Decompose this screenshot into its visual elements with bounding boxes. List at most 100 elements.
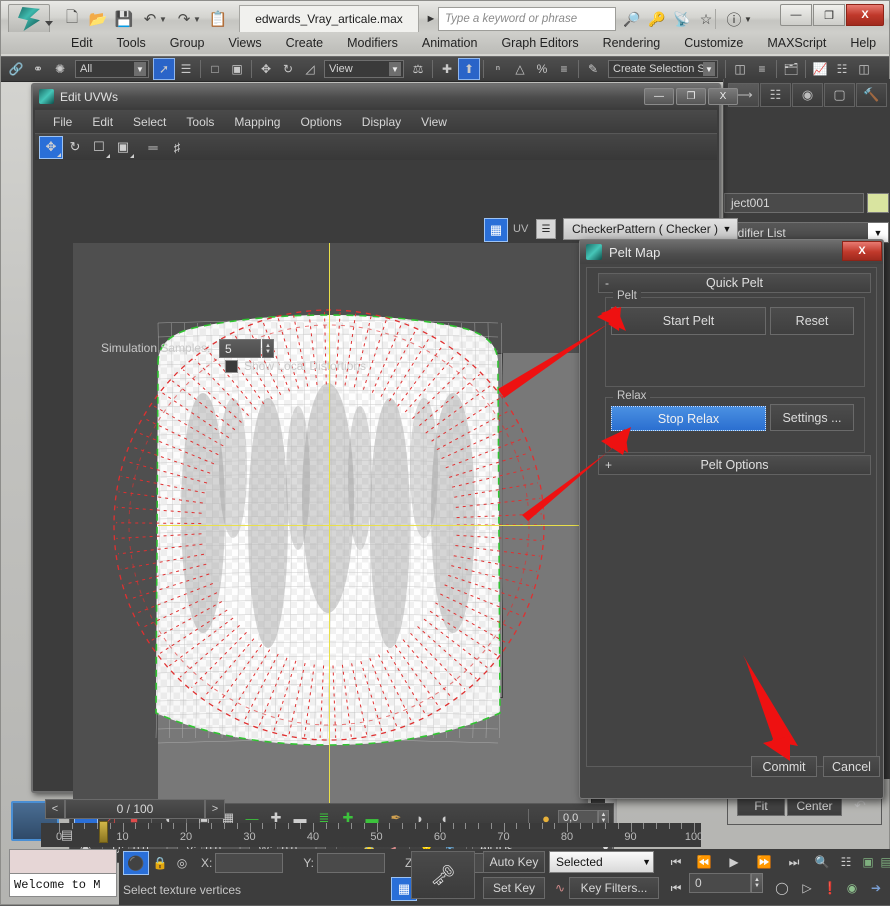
percent-snap-icon[interactable]: %: [531, 58, 553, 80]
play-icon[interactable]: ▶: [723, 851, 745, 873]
angle-snap-icon[interactable]: △: [509, 58, 531, 80]
window-maximize-button[interactable]: ❐: [813, 4, 845, 26]
select-move-icon[interactable]: ✥: [255, 58, 277, 80]
schematic-view-icon[interactable]: ☷: [831, 58, 853, 80]
pelt-close-button[interactable]: X: [842, 241, 882, 261]
mirror-icon[interactable]: ◫: [729, 58, 751, 80]
uvw-menu-display[interactable]: Display: [352, 115, 411, 129]
lock-selection-icon[interactable]: 🔒: [149, 852, 171, 874]
rectangular-region-icon[interactable]: □: [204, 58, 226, 80]
prev-frame-icon[interactable]: ⏪: [693, 851, 715, 873]
set-key-button[interactable]: Set Key: [483, 877, 545, 899]
material-editor-icon[interactable]: ◫: [853, 58, 875, 80]
key-icon[interactable]: 🔑: [646, 9, 668, 29]
goto-start-icon[interactable]: ⏮: [665, 851, 687, 873]
menu-item-animation[interactable]: Animation: [410, 32, 490, 54]
redo-dropdown-icon[interactable]: ▼: [192, 6, 202, 32]
selection-lock-icon[interactable]: ✚: [436, 58, 458, 80]
scale-selected-icon[interactable]: ☐: [87, 136, 111, 159]
help-dropdown-icon[interactable]: ▼: [743, 9, 753, 29]
zoom-icon[interactable]: 🔍: [811, 851, 833, 873]
time-next-button[interactable]: >: [205, 799, 225, 819]
uvw-menu-options[interactable]: Options: [290, 115, 351, 129]
select-mode-icon[interactable]: ⚫: [123, 851, 149, 875]
uvw-close-button[interactable]: X: [708, 88, 738, 105]
simulation-samples-spinner[interactable]: ▲▼: [262, 339, 274, 358]
menu-item-modifiers[interactable]: Modifiers: [335, 32, 410, 54]
menu-item-group[interactable]: Group: [158, 32, 217, 54]
clone-icon[interactable]: 📋: [205, 6, 231, 32]
maximize-viewport-icon[interactable]: ➔: [865, 877, 887, 899]
relax-settings-button[interactable]: Settings ...: [770, 404, 854, 431]
track-bar-ruler[interactable]: 0102030405060708090100: [41, 823, 701, 847]
simulation-samples-field[interactable]: 5: [219, 339, 261, 358]
modify-tab-icon[interactable]: ☷: [760, 83, 791, 107]
pelt-options-rollout-header[interactable]: + Pelt Options: [598, 455, 871, 475]
absolute-relative-icon[interactable]: ◎: [171, 852, 193, 874]
bind-space-warp-icon[interactable]: ✺: [49, 58, 71, 80]
reference-coordinate-combo[interactable]: View ▼: [324, 60, 404, 78]
time-prev-button[interactable]: <: [45, 799, 65, 819]
x-field[interactable]: [215, 853, 283, 873]
cancel-button[interactable]: Cancel: [823, 756, 880, 777]
selection-level-combo[interactable]: Selected ▼: [549, 851, 654, 873]
uvw-menu-edit[interactable]: Edit: [82, 115, 123, 129]
layer-manager-icon[interactable]: 🗂: [780, 58, 802, 80]
edit-named-selection-icon[interactable]: ✎: [582, 58, 604, 80]
select-scale-icon[interactable]: ◿: [299, 58, 321, 80]
uvw-menu-file[interactable]: File: [43, 115, 82, 129]
spinner-snap-icon[interactable]: ≡: [553, 58, 575, 80]
search-input[interactable]: Type a keyword or phrase: [438, 7, 616, 31]
uvw-maximize-button[interactable]: ❐: [676, 88, 706, 105]
current-frame-field[interactable]: 0: [689, 873, 751, 893]
stop-relax-button[interactable]: Stop Relax: [611, 406, 766, 431]
selection-filter-combo[interactable]: All ▼: [75, 60, 149, 78]
walk-through-icon[interactable]: ❗: [819, 877, 841, 899]
pan-icon[interactable]: ◯: [771, 877, 793, 899]
move-selected-icon[interactable]: ✥: [39, 136, 63, 159]
time-slider-handle[interactable]: [99, 821, 108, 843]
menu-item-rendering[interactable]: Rendering: [591, 32, 673, 54]
save-icon[interactable]: 💾: [111, 6, 137, 32]
menu-item-edit[interactable]: Edit: [59, 32, 105, 54]
use-pivot-point-icon[interactable]: ⚖: [407, 58, 429, 80]
object-color-swatch[interactable]: [867, 193, 889, 213]
show-local-distortions-checkbox[interactable]: [225, 360, 238, 373]
menu-item-customize[interactable]: Customize: [672, 32, 755, 54]
uvw-menu-view[interactable]: View: [411, 115, 457, 129]
commit-button[interactable]: Commit: [751, 756, 817, 777]
rotate-selected-icon[interactable]: ↻: [63, 136, 87, 159]
object-name-field[interactable]: ject001: [724, 193, 864, 213]
title-expand-icon[interactable]: ►: [424, 10, 438, 28]
track-bar-icon[interactable]: ▤: [56, 825, 78, 845]
auto-key-button[interactable]: Auto Key: [483, 851, 545, 873]
window-minimize-button[interactable]: —: [780, 4, 812, 26]
uvw-menu-select[interactable]: Select: [123, 115, 176, 129]
app-logo[interactable]: [8, 4, 50, 34]
named-selection-set-combo[interactable]: Create Selection Se ▼: [608, 60, 718, 78]
undo-dropdown-icon[interactable]: ▼: [158, 6, 168, 32]
binoculars-icon[interactable]: 🔎: [621, 9, 643, 29]
select-by-name-icon[interactable]: ☰: [175, 58, 197, 80]
center-button[interactable]: Center: [787, 796, 842, 816]
freeform-mode-icon[interactable]: ▣: [111, 136, 135, 159]
current-frame-spinner[interactable]: ▲▼: [751, 873, 763, 893]
satellite-icon[interactable]: 📡: [671, 9, 693, 29]
checker-map-combo[interactable]: CheckerPattern ( Checker ) ▼: [563, 218, 738, 240]
orbit-icon[interactable]: ▷: [796, 877, 818, 899]
select-object-icon[interactable]: ➚: [153, 58, 175, 80]
key-filters-button[interactable]: Key Filters...: [569, 877, 659, 899]
menu-item-create[interactable]: Create: [274, 32, 336, 54]
reset-button[interactable]: Reset: [770, 307, 854, 335]
next-frame-icon[interactable]: ⏩: [753, 851, 775, 873]
align-icon[interactable]: ≡: [751, 58, 773, 80]
start-pelt-button[interactable]: Start Pelt: [611, 307, 766, 335]
open-file-icon[interactable]: 📂: [85, 6, 111, 32]
uvw-menu-tools[interactable]: Tools: [176, 115, 224, 129]
time-frame-readout[interactable]: 0 / 100: [65, 799, 205, 819]
menu-item-tools[interactable]: Tools: [105, 32, 158, 54]
key-step-icon[interactable]: ⏮: [665, 877, 687, 899]
zoom-region-icon[interactable]: ▤: [875, 851, 890, 873]
hierarchy-tab-icon[interactable]: ◉: [792, 83, 823, 107]
mirror-icon[interactable]: ═: [141, 136, 165, 159]
